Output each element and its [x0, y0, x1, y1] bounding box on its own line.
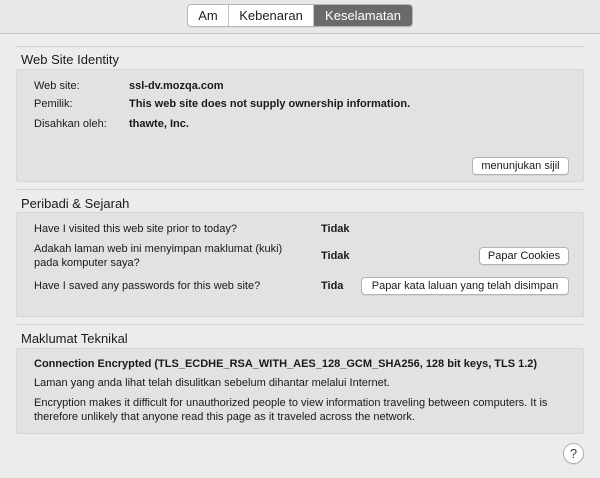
visited-answer: Tidak	[321, 223, 350, 235]
view-certificate-button[interactable]: menunjukan sijil	[472, 157, 569, 175]
section-divider	[16, 46, 584, 47]
section-title-identity: Web Site Identity	[21, 52, 120, 67]
cookies-answer: Tidak	[321, 250, 350, 262]
cookies-question-line2: pada komputer saya?	[34, 257, 140, 269]
tab-bar: Am Kebenaran Keselamatan	[187, 4, 413, 27]
owner-value: This web site does not supply ownership …	[129, 98, 411, 110]
question-mark-icon: ?	[569, 446, 578, 461]
website-value: ssl-dv.mozqa.com	[129, 80, 224, 92]
encryption-explanation-line1: Encryption makes it difficult for unauth…	[34, 397, 548, 409]
tab-security[interactable]: Keselamatan	[314, 5, 412, 26]
view-cookies-button[interactable]: Papar Cookies	[479, 247, 569, 265]
section-divider	[16, 324, 584, 325]
encryption-note: Laman yang anda lihat telah disulitkan s…	[34, 377, 390, 389]
encryption-explanation-line2: therefore unlikely that anyone read this…	[34, 411, 415, 423]
passwords-answer: Tida	[321, 280, 344, 292]
verified-by-value: thawte, Inc.	[129, 118, 189, 130]
tab-general[interactable]: Am	[188, 5, 229, 26]
verified-by-label: Disahkan oleh:	[34, 118, 107, 130]
connection-status: Connection Encrypted (TLS_ECDHE_RSA_WITH…	[34, 358, 538, 370]
passwords-question: Have I saved any passwords for this web …	[34, 280, 261, 292]
visited-question: Have I visited this web site prior to to…	[34, 223, 237, 235]
section-title-technical: Maklumat Teknikal	[21, 331, 128, 346]
tab-permissions[interactable]: Kebenaran	[229, 5, 314, 26]
website-label: Web site:	[34, 80, 80, 92]
view-passwords-button[interactable]: Papar kata laluan yang telah disimpan	[361, 277, 569, 295]
section-divider	[16, 189, 584, 190]
owner-label: Pemilik:	[34, 98, 73, 110]
cookies-question-line1: Adakah laman web ini menyimpan maklumat …	[34, 243, 283, 255]
help-button[interactable]: ?	[563, 443, 584, 464]
section-title-privacy: Peribadi & Sejarah	[21, 196, 130, 211]
toolbar-divider	[0, 33, 600, 34]
